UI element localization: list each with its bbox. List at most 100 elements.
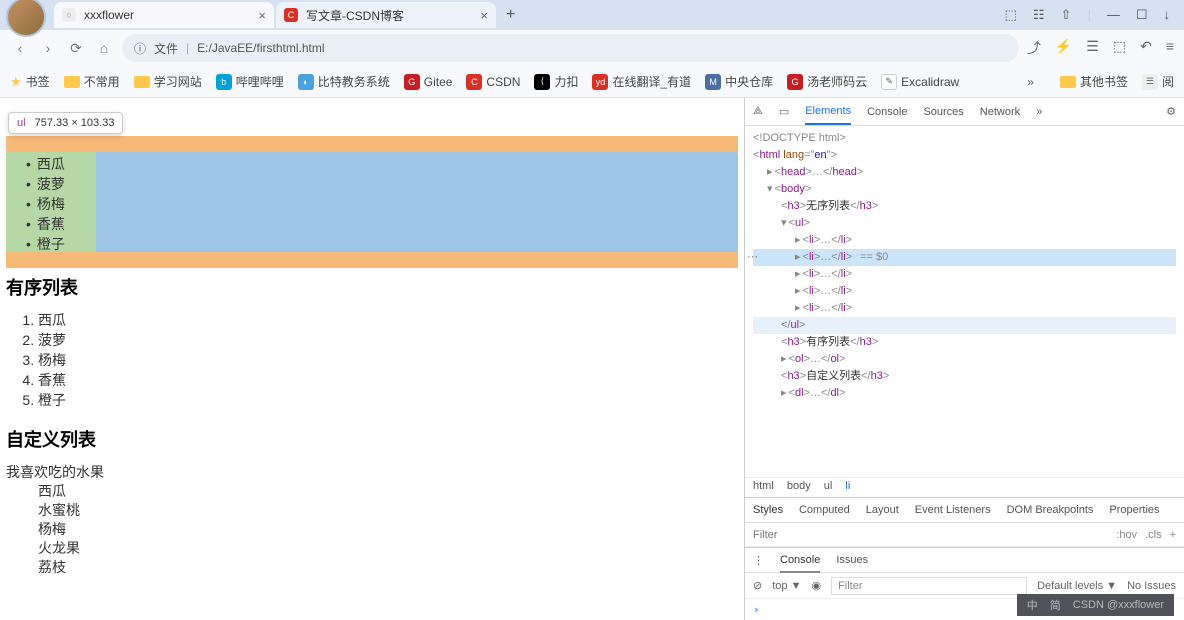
tabs-more[interactable]: » — [1036, 106, 1042, 118]
folder-icon — [1060, 76, 1076, 88]
bookmark-item[interactable]: ◐比特教务系统 — [298, 73, 390, 90]
bookmark-item[interactable]: ✎Excalidraw — [881, 74, 959, 90]
styles-tabs: Styles Computed Layout Event Listeners D… — [745, 497, 1184, 523]
star-icon: ★ — [10, 74, 22, 90]
tab-elements[interactable]: Elements — [805, 105, 851, 125]
device-icon[interactable]: ▭ — [779, 105, 789, 118]
selected-dom-node: ⋯▸<li>…</li>== $0 — [753, 249, 1176, 266]
ext-icon[interactable]: ⇧ — [1061, 7, 1072, 23]
drawer-menu-icon[interactable]: ⋮ — [753, 554, 764, 567]
close-icon[interactable]: × — [480, 8, 488, 23]
list-item: 菠萝 — [38, 330, 738, 350]
filter-input[interactable] — [753, 529, 1108, 541]
share-icon[interactable]: ⤴ — [1027, 38, 1041, 58]
bookmark-item[interactable]: M中央仓库 — [705, 73, 773, 90]
list-item: 杨梅 — [38, 350, 738, 370]
bookmark-item[interactable]: b哔哩哔哩 — [216, 73, 284, 90]
minimize-icon[interactable]: — — [1107, 7, 1120, 23]
edu-icon: ◐ — [298, 74, 314, 90]
tab-computed[interactable]: Computed — [799, 504, 850, 516]
tab-events[interactable]: Event Listeners — [915, 504, 991, 516]
read-icon: ☰ — [1142, 74, 1158, 90]
heading-ordered: 有序列表 — [6, 274, 738, 300]
bookmark-item[interactable]: GGitee — [404, 74, 453, 90]
youdao-icon: yd — [592, 74, 608, 90]
eye-icon[interactable]: ◉ — [811, 579, 821, 592]
bookmark-item[interactable]: ⟨力扣 — [534, 73, 578, 90]
gear-icon[interactable]: ⚙ — [1166, 105, 1176, 118]
cls-toggle[interactable]: .cls — [1145, 529, 1162, 541]
close-icon[interactable]: × — [258, 8, 266, 23]
console-filter-input[interactable]: Filter — [831, 577, 1027, 595]
context-select[interactable]: top ▼ — [772, 580, 801, 592]
dom-breadcrumbs[interactable]: html body ul li — [745, 477, 1184, 497]
dl-def: 荔枝 — [6, 558, 738, 577]
back-icon[interactable]: ‹ — [10, 38, 30, 58]
undo-icon[interactable]: ↶ — [1140, 38, 1152, 58]
dom-tree[interactable]: <!DOCTYPE html> <html lang="en"> ▸<head>… — [745, 126, 1184, 477]
home-icon[interactable]: ⌂ — [94, 38, 114, 58]
window-controls: ⬚ ☷ ⇧ | — ☐ ↓ — [1005, 7, 1184, 23]
tab-layout[interactable]: Layout — [866, 504, 899, 516]
url-path: E:/JavaEE/firsthtml.html — [197, 41, 324, 55]
forward-icon[interactable]: › — [38, 38, 58, 58]
arrow-icon[interactable]: ↓ — [1164, 7, 1171, 23]
heading-custom: 自定义列表 — [6, 426, 738, 452]
watermark: 中 简 CSDN @xxxflower — [1017, 594, 1174, 616]
bookmark-item[interactable]: ☰阅 — [1142, 73, 1174, 90]
tab-console[interactable]: Console — [867, 106, 907, 118]
leetcode-icon: ⟨ — [534, 74, 550, 90]
info-icon[interactable]: ⓘ — [134, 40, 146, 57]
reload-icon[interactable]: ⟳ — [66, 38, 86, 58]
tab-issues[interactable]: Issues — [836, 554, 868, 566]
tab-console[interactable]: Console — [780, 554, 820, 573]
dl-def: 西瓜 — [6, 482, 738, 501]
tab-styles[interactable]: Styles — [753, 504, 783, 516]
tab-title: 写文章-CSDN博客 — [306, 7, 404, 24]
tab-title: xxxflower — [84, 8, 134, 22]
add-rule-icon[interactable]: + — [1170, 529, 1176, 541]
devtools-panel: ⟁ ▭ Elements Console Sources Network » ⚙… — [744, 98, 1184, 620]
maximize-icon[interactable]: ☐ — [1136, 7, 1148, 23]
menu-icon[interactable]: ≡ — [1166, 38, 1174, 58]
clear-icon[interactable]: ⊘ — [753, 579, 762, 592]
ext-icon[interactable]: ☷ — [1033, 7, 1045, 23]
bookmark-item[interactable]: ★书签 — [10, 73, 50, 90]
dl-def: 火龙果 — [6, 539, 738, 558]
bolt-icon[interactable]: ⚡ — [1055, 38, 1072, 58]
bookmarks-overflow[interactable]: » — [1027, 75, 1034, 89]
bookmark-item[interactable]: 不常用 — [64, 73, 120, 90]
tab-network[interactable]: Network — [980, 106, 1020, 118]
levels-select[interactable]: Default levels ▼ — [1037, 580, 1117, 592]
dl-def: 水蜜桃 — [6, 501, 738, 520]
bookmark-item[interactable]: 其他书签 — [1060, 73, 1128, 90]
styles-filter: :hov .cls + — [745, 523, 1184, 547]
maven-icon: M — [705, 74, 721, 90]
gitee-icon: G — [787, 74, 803, 90]
inspect-icon[interactable]: ⟁ — [753, 105, 763, 118]
bookmark-item[interactable]: G汤老师码云 — [787, 73, 867, 90]
tab-1[interactable]: ○ xxxflower × — [54, 2, 274, 28]
ul-highlight: •西瓜 •菠萝 •杨梅 •香蕉 •橙子 — [6, 152, 738, 256]
csdn-icon: C — [466, 74, 482, 90]
tab-props[interactable]: Properties — [1109, 504, 1159, 516]
tooltip-tag: ul — [17, 117, 26, 129]
ext-icon[interactable]: ⬚ — [1005, 7, 1017, 23]
bookmark-item[interactable]: yd在线翻译_有道 — [592, 73, 691, 90]
bookmark-item[interactable]: 学习网站 — [134, 73, 202, 90]
gitee-icon: G — [404, 74, 420, 90]
translate-icon[interactable]: ☰ — [1086, 38, 1099, 58]
favicon-1: ○ — [62, 8, 76, 22]
tab-sources[interactable]: Sources — [923, 106, 963, 118]
ext-icon[interactable]: ⬚ — [1113, 38, 1126, 58]
issues-badge[interactable]: No Issues — [1127, 580, 1176, 592]
titlebar: ○ xxxflower × C 写文章-CSDN博客 × + ⬚ ☷ ⇧ | —… — [0, 0, 1184, 30]
add-tab-icon[interactable]: + — [506, 6, 515, 24]
hov-toggle[interactable]: :hov — [1116, 529, 1137, 541]
bookmark-item[interactable]: CCSDN — [466, 74, 520, 90]
address-bar: ‹ › ⟳ ⌂ ⓘ 文件 | E:/JavaEE/firsthtml.html … — [0, 30, 1184, 66]
url-input[interactable]: ⓘ 文件 | E:/JavaEE/firsthtml.html — [122, 34, 1019, 62]
tab-2[interactable]: C 写文章-CSDN博客 × — [276, 2, 496, 28]
folder-icon — [134, 76, 150, 88]
tab-dom-bp[interactable]: DOM Breakpoints — [1007, 504, 1094, 516]
